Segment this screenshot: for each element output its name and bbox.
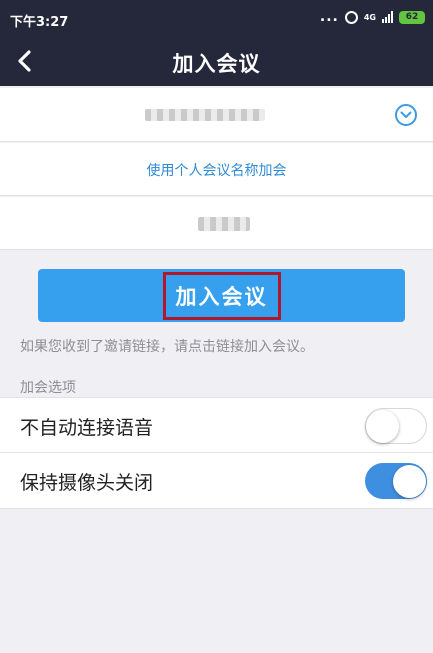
join-meeting-button[interactable]: 加入会议 bbox=[38, 269, 405, 322]
join-meeting-button-label: 加入会议 bbox=[162, 271, 281, 320]
status-bar: 下午3:27 ... 4G 62 bbox=[0, 0, 433, 36]
status-time: 下午3:27 bbox=[10, 15, 69, 30]
status-dots: ... bbox=[319, 9, 339, 25]
page-title: 加入会议 bbox=[172, 52, 261, 76]
option-row-keep-camera-off: 保持摄像头关闭 bbox=[0, 453, 433, 509]
join-by-name-link[interactable]: 使用个人会议名称加会 bbox=[147, 160, 287, 180]
keep-camera-off-toggle[interactable] bbox=[365, 463, 427, 499]
battery-icon: 62 bbox=[399, 10, 425, 24]
display-name-value-blurred bbox=[198, 217, 250, 231]
toggle-knob bbox=[393, 464, 426, 498]
invite-link-hint: 如果您收到了邀请链接，请点击链接加入会议。 bbox=[20, 339, 314, 355]
history-dropdown-button[interactable] bbox=[395, 104, 417, 126]
join-options-title: 加会选项 bbox=[20, 380, 76, 396]
chevron-down-icon bbox=[400, 111, 412, 118]
option-label-no-auto-audio: 不自动连接语音 bbox=[20, 417, 154, 439]
alarm-icon bbox=[344, 10, 358, 24]
signal-icon bbox=[382, 11, 393, 23]
network-type-label: 4G bbox=[363, 12, 376, 22]
meeting-id-value-blurred bbox=[145, 109, 265, 121]
toggle-knob bbox=[366, 410, 399, 443]
display-name-field[interactable] bbox=[0, 197, 433, 250]
meeting-id-field[interactable] bbox=[0, 88, 433, 142]
join-by-name-row: 使用个人会议名称加会 bbox=[0, 143, 433, 196]
no-auto-audio-toggle[interactable] bbox=[365, 408, 427, 444]
status-icons: ... 4G 62 bbox=[320, 9, 425, 25]
option-row-no-auto-audio: 不自动连接语音 bbox=[0, 397, 433, 453]
option-label-keep-camera-off: 保持摄像头关闭 bbox=[20, 472, 154, 494]
nav-bar: 加入会议 bbox=[0, 36, 433, 86]
